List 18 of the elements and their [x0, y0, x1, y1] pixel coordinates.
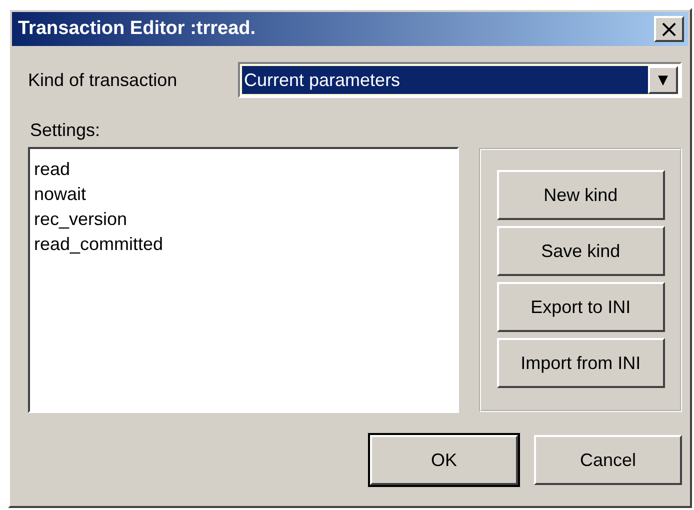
setting-line: rec_version: [34, 208, 128, 231]
action-button[interactable]: New kind: [496, 170, 665, 220]
action-button[interactable]: Export to INI: [496, 282, 665, 332]
window-title: Transaction Editor :trread.: [18, 18, 256, 40]
settings-text-area[interactable]: read nowait rec_version read_committed: [28, 147, 460, 413]
field-label: Kind of transaction: [28, 70, 178, 90]
dropdown-arrow-button[interactable]: ▼: [648, 66, 678, 94]
kind-dropdown[interactable]: Current parameters ▼: [238, 62, 682, 98]
setting-line: read_committed: [34, 233, 164, 256]
setting-line: read: [34, 158, 72, 181]
dropdown-value: Current parameters: [242, 66, 648, 94]
settings-label: Settings:: [30, 120, 102, 141]
action-button[interactable]: Import from INI: [496, 338, 665, 388]
dialog-button[interactable]: Cancel: [534, 435, 682, 485]
close-button[interactable]: ×: [654, 16, 684, 42]
action-button[interactable]: Save kind: [496, 226, 665, 276]
setting-line: nowait: [34, 183, 88, 206]
dialog-button[interactable]: OK: [370, 435, 518, 485]
